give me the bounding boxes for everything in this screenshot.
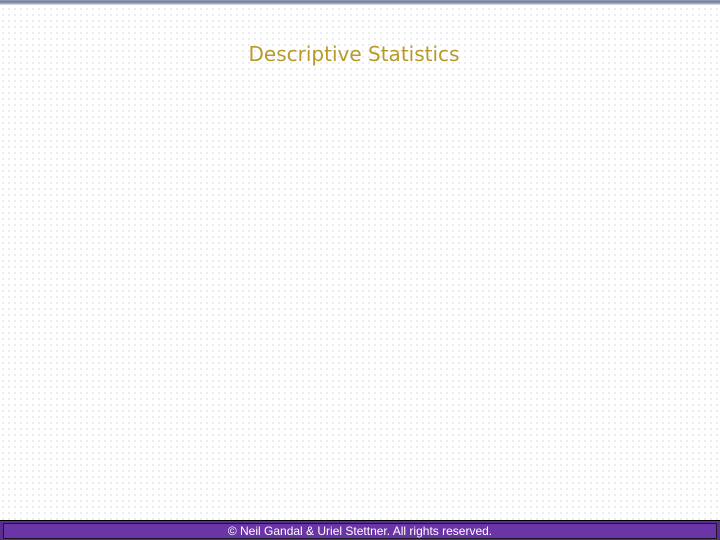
slide: Descriptive Statistics © Neil Gandal & U…: [0, 0, 720, 540]
footer-copyright: © Neil Gandal & Uriel Stettner. All righ…: [227, 524, 493, 538]
slide-content-area: [24, 90, 696, 510]
slide-title: Descriptive Statistics: [248, 42, 460, 66]
top-rule: [0, 0, 720, 5]
footer-bar: © Neil Gandal & Uriel Stettner. All righ…: [0, 520, 720, 540]
